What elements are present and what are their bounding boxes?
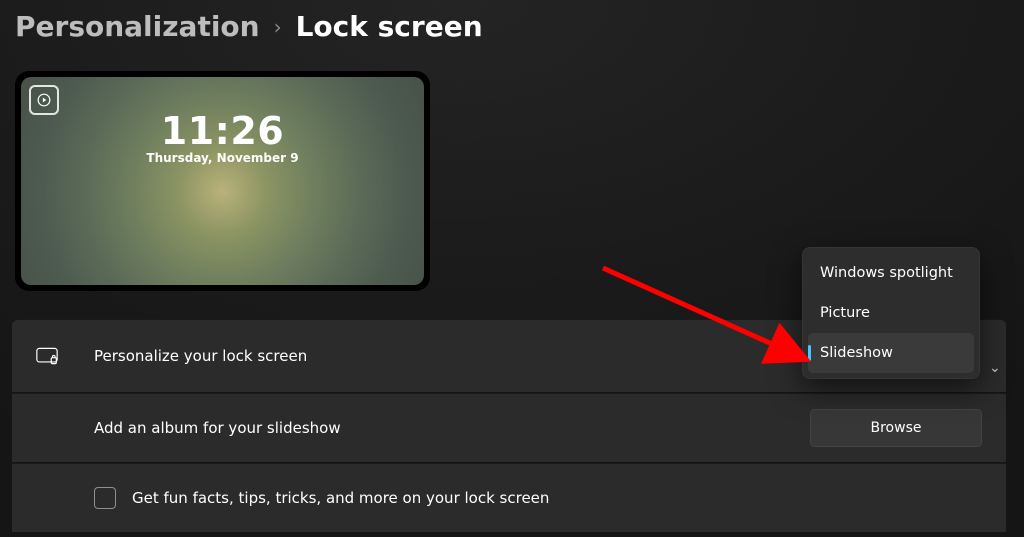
dropdown-option-picture[interactable]: Picture <box>808 293 974 333</box>
breadcrumb-current: Lock screen <box>296 10 483 43</box>
row-label: Personalize your lock screen <box>94 347 307 365</box>
row-fun-facts: Get fun facts, tips, tricks, and more on… <box>12 463 1006 533</box>
browse-button-label: Browse <box>871 420 922 436</box>
lockscreen-preview[interactable]: 11:26 Thursday, November 9 <box>15 71 430 291</box>
lockscreen-preview-image: 11:26 Thursday, November 9 <box>21 77 424 285</box>
funfacts-checkbox[interactable] <box>94 487 116 509</box>
row-label: Get fun facts, tips, tricks, and more on… <box>132 489 549 507</box>
dropdown-option-label: Slideshow <box>820 345 893 361</box>
preview-time: 11:26 <box>161 109 284 153</box>
breadcrumb-parent[interactable]: Personalization <box>15 10 260 43</box>
breadcrumb: Personalization › Lock screen <box>0 0 1024 43</box>
lockscreen-mode-dropdown[interactable]: Windows spotlight Picture Slideshow <box>802 247 980 379</box>
dropdown-option-label: Windows spotlight <box>820 265 953 281</box>
chevron-right-icon: › <box>274 15 282 39</box>
row-label: Add an album for your slideshow <box>94 419 341 437</box>
dropdown-option-spotlight[interactable]: Windows spotlight <box>808 253 974 293</box>
dropdown-option-slideshow[interactable]: Slideshow <box>808 333 974 373</box>
chevron-down-icon: ⌄ <box>989 360 1001 376</box>
preview-date: Thursday, November 9 <box>146 151 298 165</box>
row-add-album: Add an album for your slideshow Browse <box>12 393 1006 463</box>
lockscreen-icon <box>36 347 70 365</box>
browse-button[interactable]: Browse <box>810 409 982 447</box>
dropdown-option-label: Picture <box>820 305 870 321</box>
slideshow-play-icon <box>29 85 59 115</box>
